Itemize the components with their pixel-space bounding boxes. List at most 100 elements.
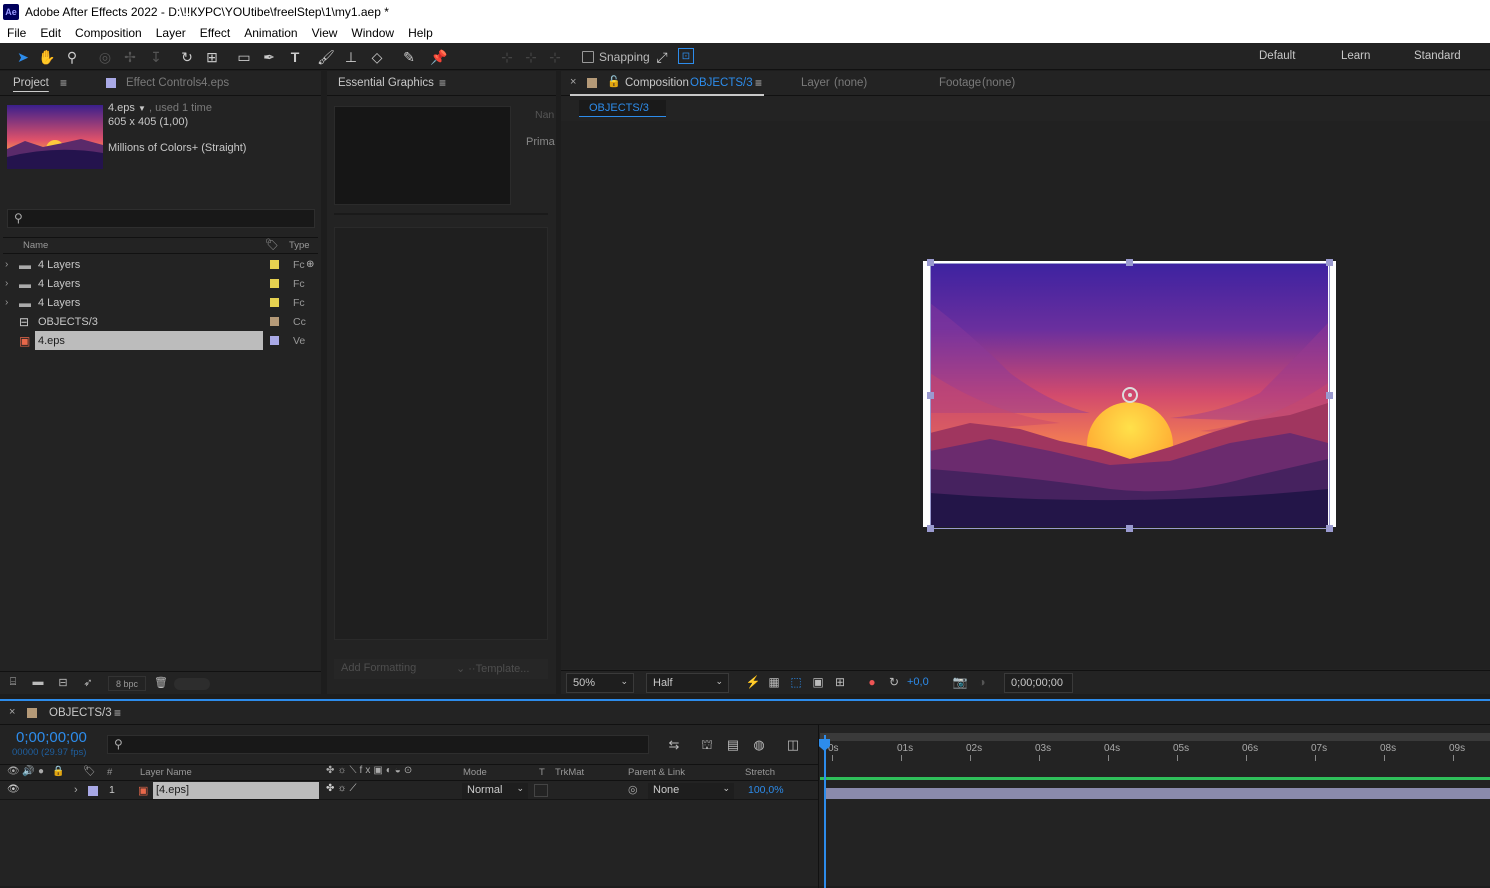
transform-handle[interactable] bbox=[1326, 259, 1333, 266]
snapshot-camera-icon[interactable]: 📷 bbox=[952, 675, 968, 689]
resolution-dropdown[interactable]: Half ⌄ bbox=[646, 673, 729, 693]
label-color-swatch[interactable] bbox=[270, 260, 279, 269]
panel-menu-icon[interactable]: ≡ bbox=[439, 76, 446, 90]
menu-item-view[interactable]: View bbox=[305, 26, 345, 40]
timeline-search-input[interactable]: ⚲ bbox=[107, 735, 649, 754]
show-snapshot-icon[interactable]: ◑ bbox=[974, 675, 990, 689]
dolly-tool-icon[interactable]: ↧ bbox=[147, 48, 165, 66]
pan-tool-icon[interactable]: ✢ bbox=[121, 48, 139, 66]
hide-shy-layers-icon[interactable]: ▤ bbox=[724, 737, 742, 753]
mode-dropdown[interactable]: Normal ⌄ bbox=[462, 783, 528, 799]
pen-tool-icon[interactable]: ✒ bbox=[260, 48, 278, 66]
menu-item-edit[interactable]: Edit bbox=[33, 26, 68, 40]
comp-breadcrumb[interactable]: OBJECTS/3 bbox=[579, 100, 666, 117]
panel-menu-icon[interactable]: ≡ bbox=[60, 76, 67, 90]
switches-icon[interactable]: ✤☼⟍fx▣◐◒⊙ bbox=[326, 765, 415, 776]
solo-icon[interactable]: ● bbox=[38, 766, 44, 777]
transform-handle[interactable] bbox=[927, 259, 934, 266]
project-search-input[interactable]: ⚲ bbox=[7, 209, 315, 228]
chevron-right-icon[interactable]: › bbox=[74, 784, 78, 796]
local-axis-icon[interactable]: ⊹ bbox=[498, 48, 516, 66]
snap-features-icon[interactable]: ⊡ bbox=[678, 48, 694, 64]
draft-3d-icon[interactable]: ⛫ bbox=[698, 737, 716, 755]
reset-exposure-icon[interactable]: ↻ bbox=[886, 675, 902, 689]
trkmat-toggle[interactable] bbox=[534, 784, 548, 797]
project-item[interactable]: › ▬ 4 Layers Fc bbox=[3, 293, 318, 312]
menu-item-animation[interactable]: Animation bbox=[237, 26, 304, 40]
type-tool-icon[interactable]: T bbox=[286, 48, 304, 66]
column-name[interactable]: Name bbox=[23, 240, 48, 251]
selection-tool-icon[interactable]: ➤ bbox=[14, 48, 32, 66]
hand-tool-icon[interactable]: ✋ bbox=[38, 48, 56, 66]
transform-handle[interactable] bbox=[927, 392, 934, 399]
transform-handle[interactable] bbox=[1326, 392, 1333, 399]
close-icon[interactable]: × bbox=[9, 706, 15, 718]
new-folder-icon[interactable]: ▬ bbox=[30, 676, 46, 688]
eye-icon[interactable]: 👁 bbox=[7, 784, 20, 795]
stretch-value[interactable]: 100,0% bbox=[748, 784, 784, 796]
time-ruler[interactable]: 0s 01s 02s 03s 04s 05s 06s 07s 08s 09s bbox=[820, 743, 1490, 761]
snapping-checkbox[interactable] bbox=[582, 51, 594, 63]
view-axis-icon[interactable]: ⊹ bbox=[546, 48, 564, 66]
layer-name[interactable]: [4.eps] bbox=[153, 782, 319, 799]
zoom-tool-icon[interactable]: ⚲ bbox=[63, 48, 81, 66]
workspace-default[interactable]: Default bbox=[1259, 50, 1295, 62]
project-item[interactable]: ⊟ OBJECTS/3 Cc bbox=[3, 312, 318, 331]
project-item[interactable]: › ▬ 4 Layers Fc bbox=[3, 274, 318, 293]
label-color-swatch[interactable] bbox=[270, 298, 279, 307]
pick-whip-icon[interactable]: ◎ bbox=[628, 783, 638, 796]
roto-brush-tool-icon[interactable]: ✎ bbox=[400, 48, 418, 66]
close-icon[interactable]: × bbox=[570, 76, 576, 88]
project-item[interactable]: ▣ 4.eps Ve bbox=[3, 331, 318, 350]
label-color-swatch[interactable] bbox=[270, 336, 279, 345]
comp-viewer[interactable] bbox=[561, 121, 1490, 669]
menu-item-window[interactable]: Window bbox=[344, 26, 401, 40]
zoom-dropdown[interactable]: 50% ⌄ bbox=[566, 673, 634, 693]
region-of-interest-icon[interactable]: ▣ bbox=[810, 675, 826, 689]
template-dropdown[interactable]: ⌄ ··Template... bbox=[456, 662, 529, 675]
label-tag-icon[interactable]: 🏷 bbox=[265, 238, 279, 251]
work-area-bar[interactable] bbox=[820, 733, 1490, 741]
trash-icon[interactable]: 🗑 bbox=[153, 676, 169, 689]
eye-icon[interactable]: 👁 bbox=[7, 766, 20, 777]
parent-dropdown[interactable]: None ⌄ bbox=[648, 783, 734, 799]
new-composition-icon[interactable]: ⊟ bbox=[55, 676, 71, 689]
transform-handle[interactable] bbox=[927, 525, 934, 532]
panel-menu-icon[interactable]: ≡ bbox=[114, 706, 121, 720]
playhead-line[interactable] bbox=[824, 735, 826, 888]
panel-menu-icon[interactable]: ≡ bbox=[755, 76, 762, 90]
label-color-swatch[interactable] bbox=[270, 279, 279, 288]
add-formatting-button[interactable]: Add Formatting bbox=[341, 662, 416, 674]
audio-icon[interactable]: 🔊 bbox=[22, 766, 34, 777]
tab-composition[interactable]: Composition bbox=[625, 77, 689, 89]
comp-mini-flowchart-icon[interactable]: ⇆ bbox=[665, 737, 683, 753]
menu-item-file[interactable]: File bbox=[0, 26, 33, 40]
mask-visibility-icon[interactable]: ⬚ bbox=[788, 675, 804, 689]
transform-handle[interactable] bbox=[1326, 525, 1333, 532]
menu-item-effect[interactable]: Effect bbox=[193, 26, 237, 40]
lock-icon[interactable]: 🔓 bbox=[607, 75, 621, 88]
lock-icon[interactable]: 🔒 bbox=[52, 766, 64, 777]
render-icon[interactable]: ➶ bbox=[80, 676, 96, 689]
snap-edges-icon[interactable]: ⤢ bbox=[653, 48, 671, 66]
tab-effect-controls[interactable]: Effect Controls bbox=[126, 77, 201, 89]
anchor-point-icon[interactable] bbox=[1122, 387, 1138, 403]
channel-icon[interactable]: ● bbox=[864, 675, 880, 689]
layer-duration-bar[interactable] bbox=[824, 788, 1490, 799]
fast-previews-icon[interactable]: ⚡ bbox=[745, 675, 761, 689]
transform-handle[interactable] bbox=[1126, 525, 1133, 532]
timeline-layer-row[interactable]: 👁 › 1 ▣ [4.eps] ✤☼⟋ Normal ⌄ ◎ None ⌄ 100,0% bbox=[0, 782, 818, 800]
flowchart-icon[interactable]: ⊕ bbox=[306, 259, 314, 270]
project-item[interactable]: › ▬ 4 Layers Fc ⊕ bbox=[3, 255, 318, 274]
column-type[interactable]: Type bbox=[289, 240, 310, 251]
orbit-tool-icon[interactable]: ◎ bbox=[96, 48, 114, 66]
chevron-right-icon[interactable]: › bbox=[5, 278, 8, 289]
label-tag-icon[interactable]: 🏷 bbox=[83, 766, 96, 777]
tab-footage[interactable]: Footage bbox=[939, 77, 981, 89]
exposure-value[interactable]: +0,0 bbox=[907, 676, 929, 688]
layer-switches-icon[interactable]: ✤☼⟋ bbox=[326, 783, 360, 794]
thumbnail-size-slider[interactable] bbox=[174, 678, 210, 690]
puppet-pin-tool-icon[interactable]: 📌 bbox=[430, 48, 448, 66]
workspace-standard[interactable]: Standard bbox=[1414, 50, 1461, 62]
world-axis-icon[interactable]: ⊹ bbox=[522, 48, 540, 66]
